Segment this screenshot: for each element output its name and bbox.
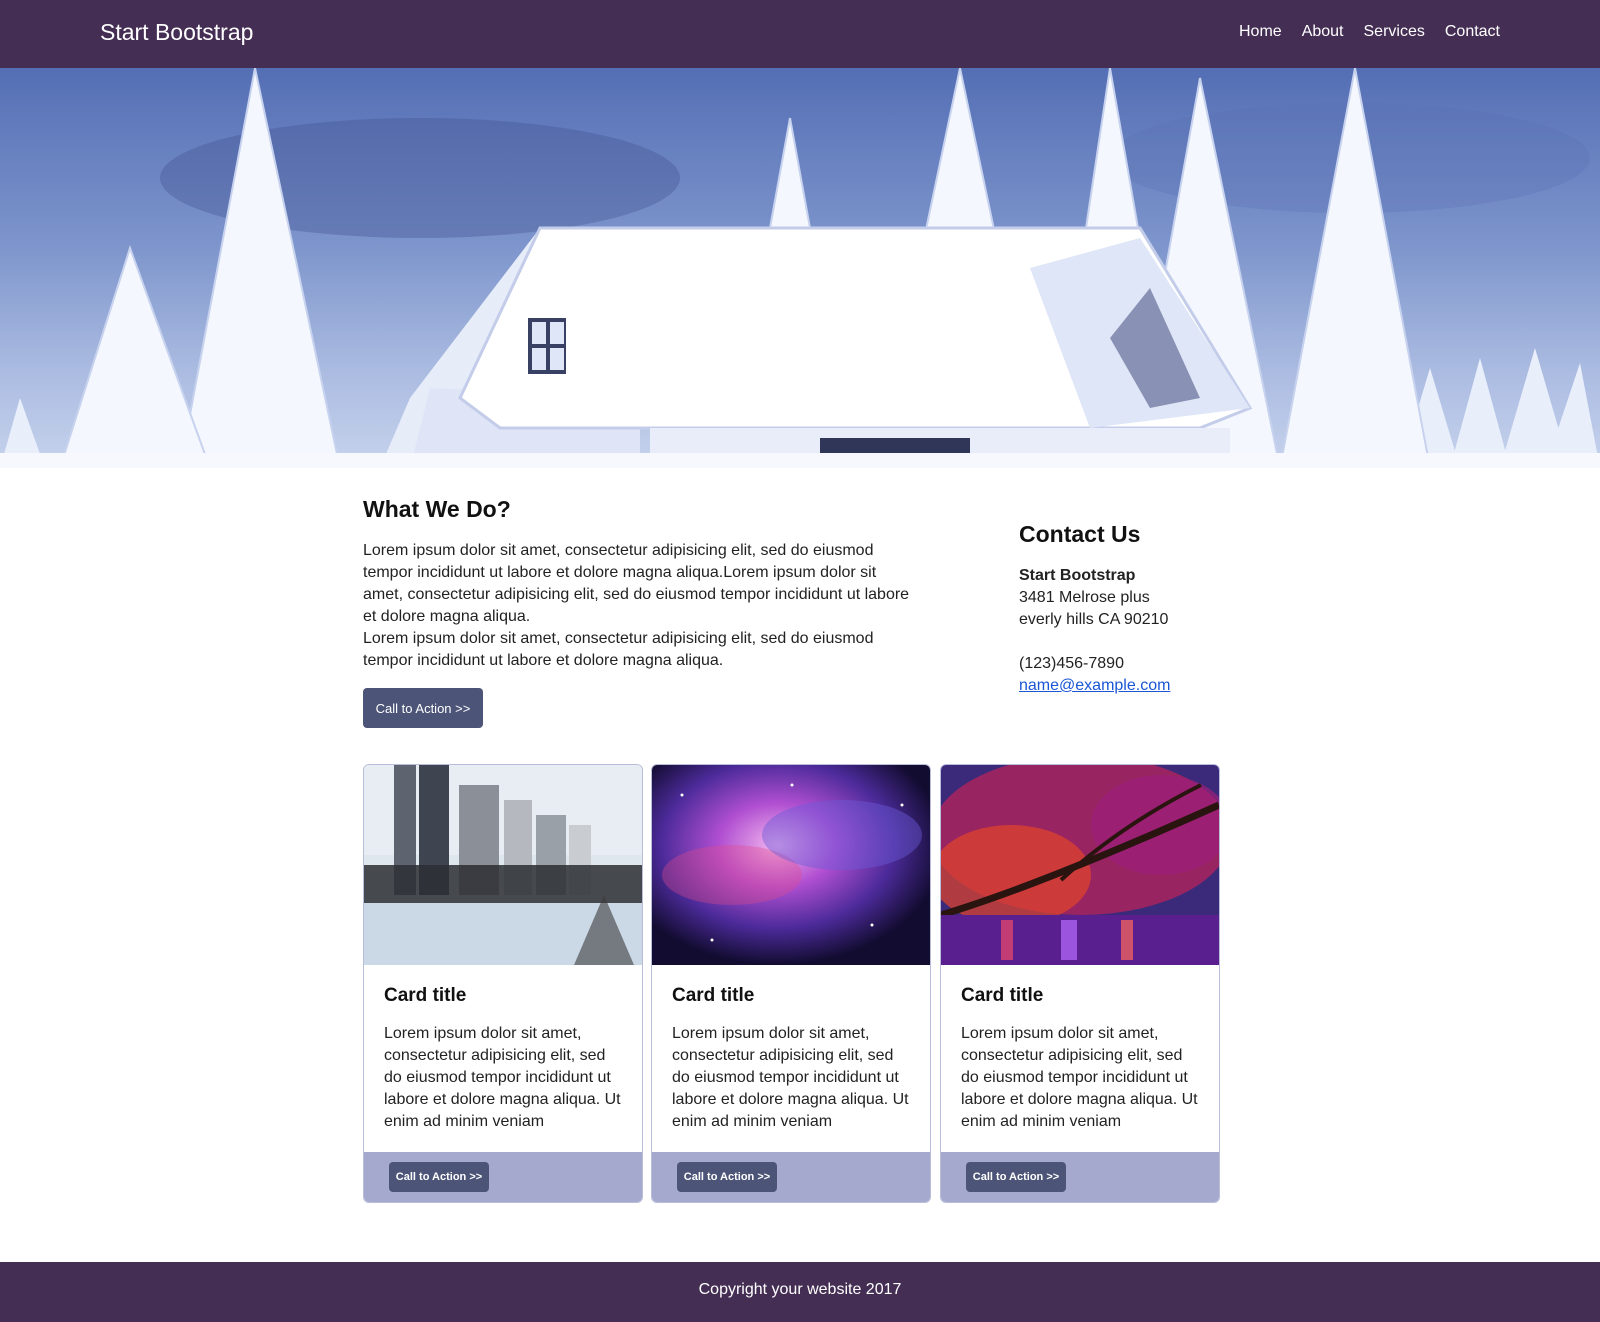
- card-2-call-to-action-button[interactable]: Call to Action >>: [677, 1162, 777, 1192]
- footer-copyright: Copyright your website 2017: [698, 1281, 902, 1298]
- card-2-text: Lorem ipsum dolor sit amet, consectetur …: [672, 1025, 909, 1130]
- about-paragraph-2: Lorem ipsum dolor sit amet, consectetur …: [363, 630, 874, 669]
- card-2-title: Card title: [672, 985, 755, 1006]
- galaxy-image: [652, 765, 930, 965]
- winter-city-image: [364, 765, 642, 965]
- card-3-call-to-action-button[interactable]: Call to Action >>: [966, 1162, 1066, 1192]
- about-heading: What We Do?: [363, 496, 511, 522]
- nav-link-services[interactable]: Services: [1364, 23, 1425, 41]
- contact-email-link[interactable]: name@example.com: [1019, 677, 1170, 694]
- card-2-footer: Call to Action >>: [652, 1152, 930, 1202]
- contact-spacer: [1019, 631, 1279, 653]
- about-section: What We Do? Lorem ipsum dolor sit amet, …: [363, 496, 913, 672]
- contact-phone: (123)456-7890: [1019, 655, 1124, 672]
- card-3-text: Lorem ipsum dolor sit amet, consectetur …: [961, 1025, 1198, 1130]
- card-1-image: [364, 765, 642, 965]
- contact-address-line-1: 3481 Melrose plus: [1019, 589, 1150, 606]
- nav-link-about[interactable]: About: [1302, 23, 1344, 41]
- card-1-text: Lorem ipsum dolor sit amet, consectetur …: [384, 1025, 621, 1130]
- nav-links: Home About Services Contact: [1219, 23, 1500, 41]
- card-3-title: Card title: [961, 985, 1044, 1006]
- card-3-footer: Call to Action >>: [941, 1152, 1219, 1202]
- card-1: Card title Lorem ipsum dolor sit amet, c…: [363, 764, 643, 1203]
- contact-heading: Contact Us: [1019, 521, 1141, 547]
- hero-illustration: [0, 68, 1600, 468]
- card-2: Card title Lorem ipsum dolor sit amet, c…: [651, 764, 931, 1203]
- nav-link-contact[interactable]: Contact: [1445, 23, 1500, 41]
- card-3-image: [941, 765, 1219, 965]
- contact-section: Contact Us Start Bootstrap 3481 Melrose …: [1019, 521, 1279, 697]
- contact-address-line-2: everly hills CA 90210: [1019, 611, 1169, 628]
- card-3: Card title Lorem ipsum dolor sit amet, c…: [940, 764, 1220, 1203]
- contact-company: Start Bootstrap: [1019, 567, 1136, 584]
- card-2-image: [652, 765, 930, 965]
- card-1-title: Card title: [384, 985, 467, 1006]
- navbar: Start Bootstrap Home About Services Cont…: [0, 0, 1600, 68]
- card-1-call-to-action-button[interactable]: Call to Action >>: [389, 1162, 489, 1192]
- hero-image: [0, 68, 1600, 468]
- about-paragraph-1: Lorem ipsum dolor sit amet, consectetur …: [363, 542, 910, 625]
- nav-link-home[interactable]: Home: [1239, 23, 1282, 41]
- footer: Copyright your website 2017: [0, 1262, 1600, 1322]
- autumn-tree-image: [941, 765, 1219, 965]
- call-to-action-button[interactable]: Call to Action >>: [363, 688, 483, 728]
- brand-link[interactable]: Start Bootstrap: [100, 19, 253, 46]
- card-1-footer: Call to Action >>: [364, 1152, 642, 1202]
